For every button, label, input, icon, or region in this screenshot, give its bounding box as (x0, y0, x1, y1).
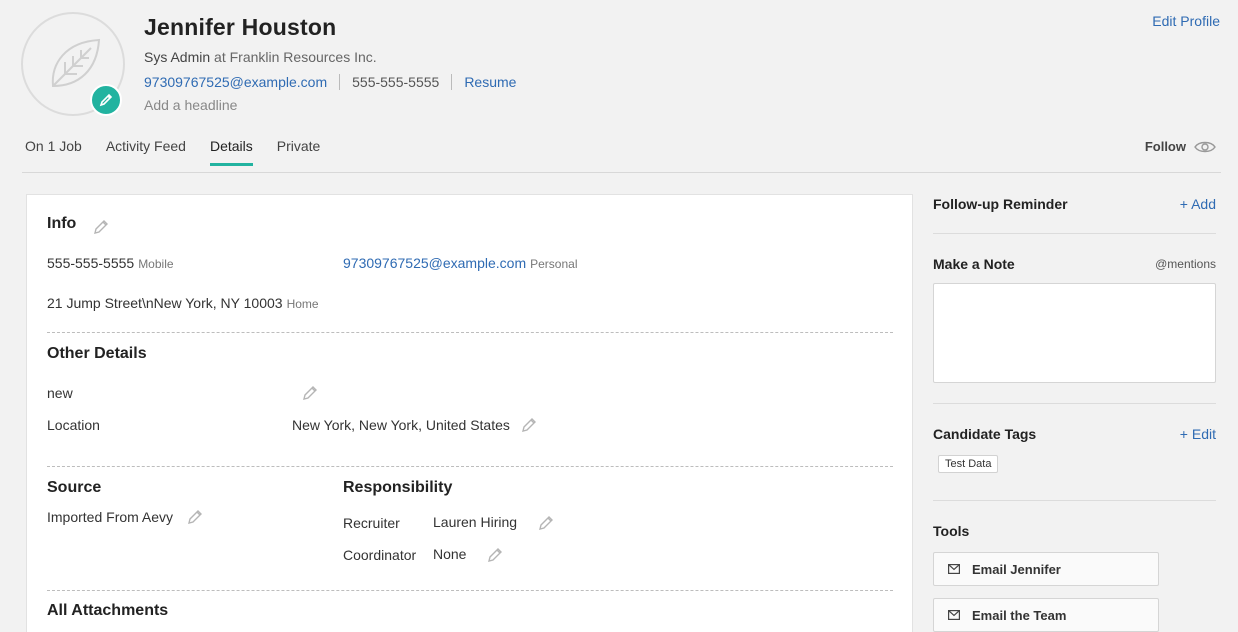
sidebar-divider (933, 233, 1216, 234)
eye-icon (1194, 141, 1216, 152)
pencil-icon (99, 93, 113, 107)
info-email-row: 97309767525@example.com Personal (343, 255, 578, 271)
coordinator-value: None (433, 546, 467, 562)
recruiter-label: Recruiter (343, 515, 400, 531)
edit-location-pencil-icon[interactable] (521, 417, 537, 438)
divider (339, 74, 341, 90)
job-title: Sys Admin (144, 49, 211, 65)
followup-add-link[interactable]: + Add (1180, 196, 1216, 212)
tab-details[interactable]: Details (209, 138, 253, 166)
company-name: Franklin Resources Inc. (229, 49, 377, 65)
leaf-icon (51, 38, 101, 88)
detail-label-new: new (47, 385, 73, 401)
note-textarea[interactable] (933, 283, 1216, 383)
mentions-hint: @mentions (1155, 257, 1216, 271)
edit-coordinator-pencil-icon[interactable] (487, 547, 503, 568)
contact-row: 97309767525@example.com 555-555-5555 Res… (144, 73, 516, 91)
other-details-heading: Other Details (47, 345, 147, 362)
recruiter-value: Lauren Hiring (433, 514, 518, 530)
edit-profile-link[interactable]: Edit Profile (1152, 13, 1220, 29)
section-divider (47, 332, 893, 333)
tab-divider (22, 172, 1221, 173)
responsibility-heading: Responsibility (343, 479, 453, 496)
edit-recruiter-pencil-icon[interactable] (538, 515, 554, 536)
candidate-role: Sys Admin at Franklin Resources Inc. (144, 49, 377, 65)
detail-value-location: New York, New York, United States (292, 417, 510, 433)
tab-jobs[interactable]: On 1 Job (25, 138, 82, 166)
detail-label-location: Location (47, 417, 100, 433)
at-text: at (214, 49, 226, 65)
candidate-name: Jennifer Houston (144, 14, 337, 40)
info-email-link[interactable]: 97309767525@example.com (343, 255, 526, 271)
info-address-row: 21 Jump Street\nNew York, NY 10003 Home (47, 295, 319, 311)
info-heading: Info (47, 215, 77, 232)
follow-button[interactable]: Follow (1145, 139, 1216, 154)
tab-activity-feed[interactable]: Activity Feed (106, 138, 186, 166)
edit-info-pencil-icon[interactable] (93, 219, 109, 240)
email-team-button[interactable]: Email the Team (933, 598, 1159, 632)
divider (451, 74, 453, 90)
headline-input[interactable]: Add a headline (144, 97, 237, 113)
sidebar-divider (933, 403, 1216, 404)
source-heading: Source (47, 479, 102, 496)
tag-badge: Test Data (938, 455, 999, 473)
tab-bar: On 1 Job Activity Feed Details Private (25, 138, 344, 166)
follow-label: Follow (1144, 139, 1186, 154)
phone-text: 555-555-5555 (352, 74, 440, 90)
email-team-label: Email the Team (972, 607, 1067, 623)
email-link[interactable]: 97309767525@example.com (144, 74, 327, 90)
note-title: Make a Note (933, 256, 1015, 272)
tab-private[interactable]: Private (277, 138, 321, 166)
edit-source-pencil-icon[interactable] (187, 509, 203, 530)
info-email-type: Personal (530, 257, 578, 271)
sidebar-divider (933, 500, 1216, 501)
info-phone: 555-555-5555 (47, 255, 135, 271)
edit-new-pencil-icon[interactable] (302, 385, 318, 406)
section-divider (47, 466, 893, 467)
tools-title: Tools (933, 523, 970, 539)
tags-title: Candidate Tags (933, 426, 1037, 442)
attachments-heading: All Attachments (47, 602, 169, 619)
info-address: 21 Jump Street\nNew York, NY 10003 (47, 295, 283, 311)
section-divider (47, 590, 893, 591)
email-candidate-label: Email Jennifer (972, 561, 1061, 577)
resume-link[interactable]: Resume (464, 74, 516, 90)
details-card: Info 555-555-5555 Mobile 97309767525@exam… (26, 194, 913, 632)
info-phone-type: Mobile (138, 257, 174, 271)
followup-title: Follow-up Reminder (933, 196, 1068, 212)
mail-icon (948, 564, 960, 574)
mail-icon (948, 610, 960, 620)
email-candidate-button[interactable]: Email Jennifer (933, 552, 1159, 586)
source-value: Imported From Aevy (47, 509, 174, 525)
edit-avatar-button[interactable] (90, 84, 122, 116)
tags-edit-link[interactable]: + Edit (1180, 426, 1216, 442)
info-phone-row: 555-555-5555 Mobile (47, 255, 174, 271)
coordinator-label: Coordinator (343, 547, 417, 563)
info-address-type: Home (286, 297, 319, 311)
